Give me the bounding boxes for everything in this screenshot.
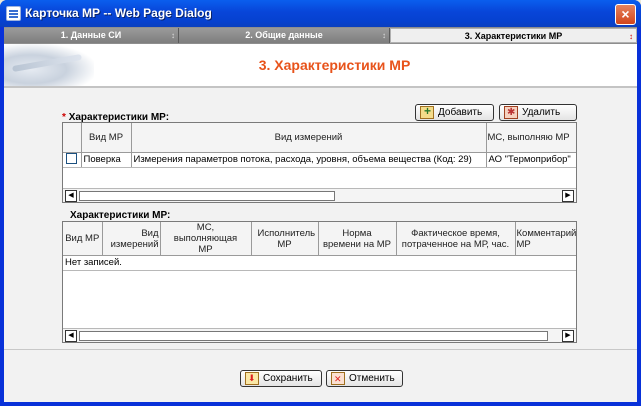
grid-2-table: Вид МР Вид измерений МС, выполняющая МР … [63,222,576,271]
column-header-actual-time[interactable]: Фактическое время, потраченное на МР, ча… [396,222,516,256]
dialog-window: Карточка МР -- Web Page Dialog × 1. Данн… [0,0,641,406]
tab-data-si[interactable]: 1. Данные СИ ↕ [4,28,179,43]
column-header-vid-mr[interactable]: Вид МР [81,123,132,153]
characteristics-grid-1: Вид МР Вид измерений МС, выполняю МР Пов… [62,122,577,203]
add-button-label: Добавить [438,107,483,118]
tab-characteristics[interactable]: 3. Характеристики МР ↕ [390,28,637,43]
cancel-icon [331,372,345,387]
characteristics-grid-2: Вид МР Вид измерений МС, выполняющая МР … [62,221,577,343]
cancel-button[interactable]: Отменить [326,370,403,387]
save-button-label: Сохранить [263,373,313,384]
delete-icon [504,105,518,120]
cell-vid-izm: Измерения параметров потока, расхода, ур… [131,152,487,168]
page-icon [6,6,21,21]
save-icon [245,371,259,386]
empty-message: Нет записей. [63,255,576,271]
delete-button[interactable]: Удалить [499,104,577,121]
column-header-time-norm[interactable]: Норма времени на МР [318,222,397,256]
section-2-label: Характеристики МР: [70,210,170,221]
section-2-title: Характеристики МР: [70,210,171,221]
dialog-content: 1. Данные СИ ↕ 2. Общие данные ↕ 3. Хара… [4,27,637,402]
grid-1-scrollbar[interactable]: ◀ ▶ [63,188,576,202]
scroll-left-icon[interactable]: ◀ [65,330,77,342]
sort-icon: ↕ [382,31,386,40]
footer-divider [4,349,637,350]
select-column-header [63,123,82,153]
grid-1-table: Вид МР Вид измерений МС, выполняю МР Пов… [63,123,576,168]
sort-icon: ↕ [629,32,633,41]
cell-vid-mr: Поверка [81,152,132,168]
header-row: Вид МР Вид измерений МС, выполняющая МР … [63,222,576,256]
title-bar: Карточка МР -- Web Page Dialog × [0,0,641,27]
cell-ms: АО "Термоприбор" [486,152,576,168]
sort-icon: ↕ [171,31,175,40]
column-header-comment[interactable]: Комментарий по МР [515,222,576,256]
save-button[interactable]: Сохранить [240,370,322,387]
scroll-right-icon[interactable]: ▶ [562,330,574,342]
row-checkbox[interactable] [66,153,78,165]
header-banner: 3. Характеристики МР [4,44,637,86]
scroll-thumb[interactable] [79,191,335,201]
cancel-button-label: Отменить [349,373,395,384]
wizard-tabs: 1. Данные СИ ↕ 2. Общие данные ↕ 3. Хара… [4,27,637,44]
column-header-vid-izm[interactable]: Вид измерений [102,222,161,256]
column-header-vid-mr[interactable]: Вид МР [63,222,103,256]
column-header-ms[interactable]: МС, выполняю МР [486,123,576,153]
window-title: Карточка МР -- Web Page Dialog [25,6,212,20]
column-header-vid-izm[interactable]: Вид измерений [131,123,487,153]
table-row[interactable]: Поверка Измерения параметров потока, рас… [63,152,576,168]
divider [4,86,637,88]
scroll-left-icon[interactable]: ◀ [65,190,77,202]
tab-label: 1. Данные СИ [60,30,122,40]
scroll-right-icon[interactable]: ▶ [562,190,574,202]
tab-general-data[interactable]: 2. Общие данные ↕ [179,28,390,43]
scroll-thumb[interactable] [79,331,548,341]
page-title: 3. Характеристики МР [258,57,411,73]
column-header-executor[interactable]: Исполнитель МР [251,222,319,256]
tab-label: 2. Общие данные [245,30,323,40]
tab-label: 3. Характеристики МР [464,31,563,41]
delete-button-label: Удалить [522,107,561,118]
row-select-cell [63,152,82,168]
add-button[interactable]: Добавить [415,104,494,121]
header-row: Вид МР Вид измерений МС, выполняю МР [63,123,576,153]
add-icon [420,104,434,119]
grid-2-scrollbar[interactable]: ◀ ▶ [63,328,576,342]
close-button[interactable]: × [615,4,636,25]
empty-row: Нет записей. [63,255,576,271]
window-frame-bottom [0,402,641,406]
column-header-ms[interactable]: МС, выполняющая МР [160,222,252,256]
